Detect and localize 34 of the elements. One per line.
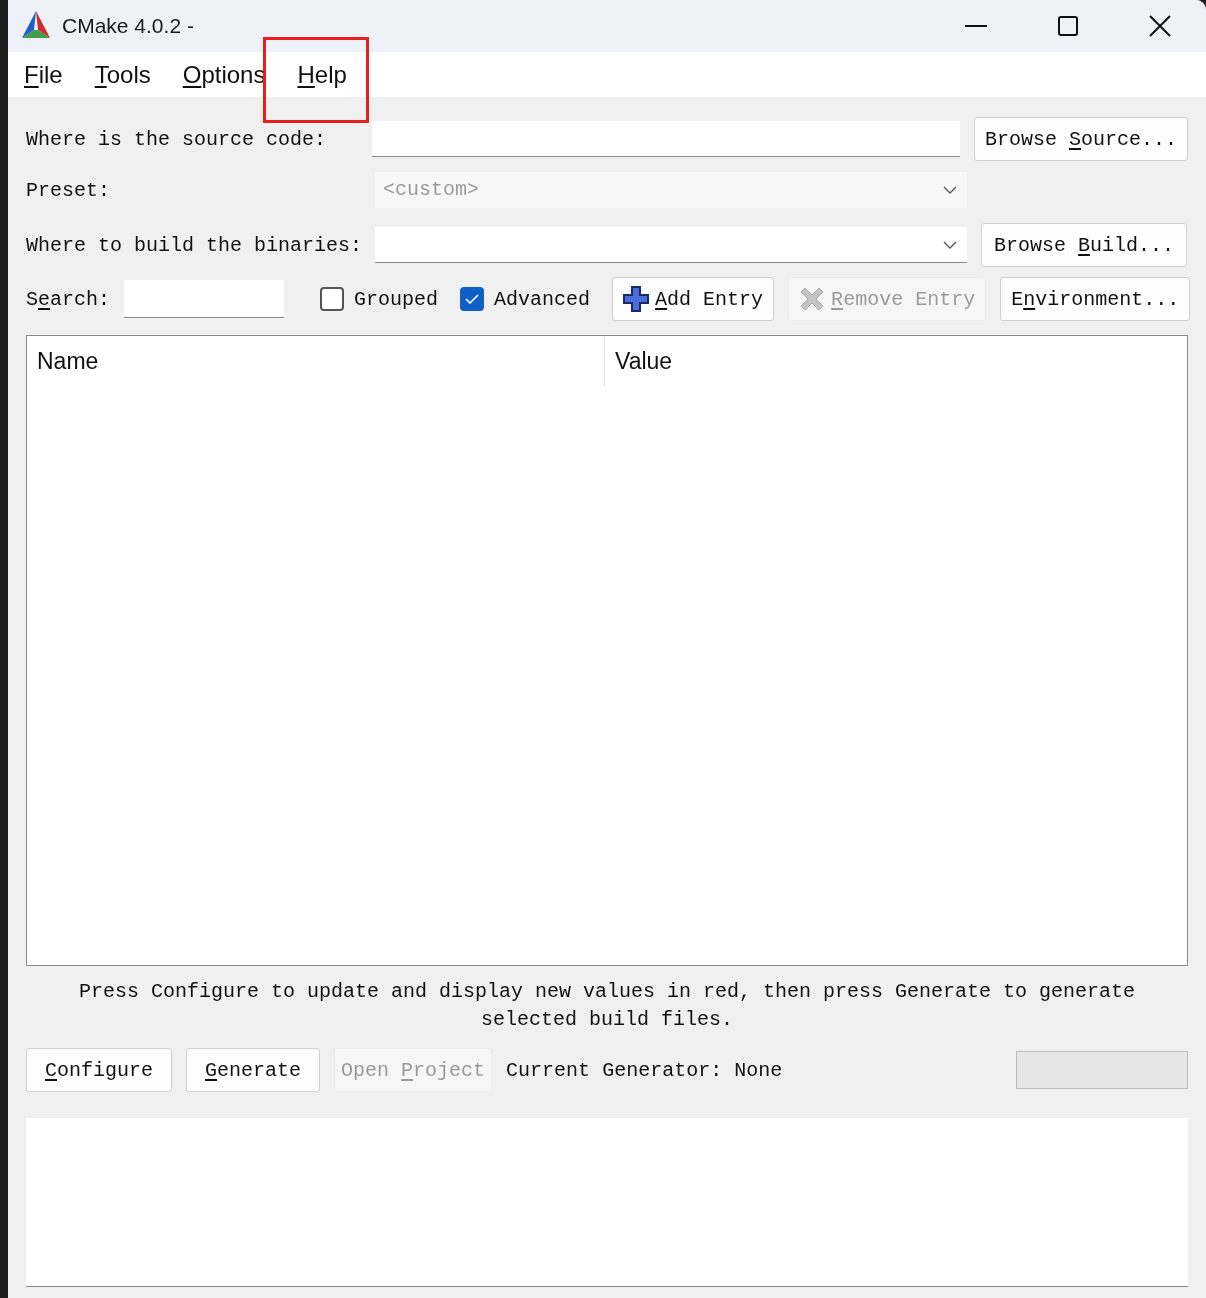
- action-button[interactable]: Generate: [186, 1048, 321, 1092]
- column-header[interactable]: Value: [605, 336, 1185, 386]
- menu-item[interactable]: Help: [287, 58, 357, 91]
- chevron-down-icon: [943, 240, 957, 249]
- action-button[interactable]: Configure: [26, 1048, 173, 1092]
- field-label: Preset:: [26, 178, 111, 202]
- checkbox[interactable]: [460, 287, 485, 311]
- window-title: CMake 4.0.2 -: [62, 14, 195, 38]
- generator-text: Current Generator: None: [506, 1058, 784, 1082]
- close-icon: [1149, 15, 1171, 37]
- minimize-icon: [965, 24, 987, 28]
- field-label: Where to build the binaries:: [26, 233, 364, 257]
- field-label: Where is the source code:: [26, 127, 328, 151]
- checkmark-icon: [465, 294, 480, 304]
- menu-item[interactable]: Options: [172, 58, 276, 91]
- plus-icon: [623, 286, 650, 312]
- checkbox-label: Advanced: [494, 287, 591, 311]
- source-field[interactable]: [372, 121, 960, 157]
- instruction-text: Press Configure to update and display new values in red, then press Generate to generate selected build files.: [77, 979, 1137, 1033]
- search-field[interactable]: [124, 280, 285, 318]
- chevron-down-icon: [943, 185, 957, 194]
- checkbox-label: Grouped: [354, 287, 439, 311]
- toolbar-button[interactable]: Environment...: [1000, 277, 1191, 321]
- browse-source-button[interactable]: Browse Source...: [973, 117, 1188, 161]
- menu-item[interactable]: File: [14, 58, 73, 91]
- maximize-icon: [1058, 16, 1078, 36]
- browse-build-button[interactable]: Browse Build...: [981, 223, 1188, 267]
- toolbar-button[interactable]: Add Entry: [612, 277, 775, 321]
- cross-icon: [799, 286, 826, 312]
- column-header[interactable]: Name: [27, 336, 605, 386]
- menu-item[interactable]: Tools: [84, 58, 161, 91]
- checkbox[interactable]: [320, 287, 345, 311]
- build-dropdown[interactable]: [375, 227, 967, 263]
- search-label: Search:: [26, 287, 111, 311]
